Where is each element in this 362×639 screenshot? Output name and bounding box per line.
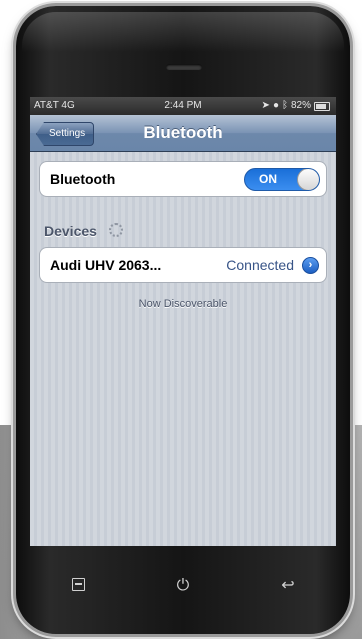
discoverable-status: Now Discoverable xyxy=(138,298,228,310)
back-icon[interactable]: ↩ xyxy=(268,566,308,606)
bezel-shine xyxy=(22,12,344,52)
status-icons: ➤ ● ᛒ 82% xyxy=(262,97,330,115)
phone-screen: AT&T 4G 2:44 PM ➤ ● ᛒ 82% Bluetooth Sett… xyxy=(30,97,336,546)
bluetooth-row-label: Bluetooth xyxy=(50,171,116,187)
device-status: Connected xyxy=(226,257,294,273)
location-icon: ➤ xyxy=(261,100,270,111)
bluetooth-toggle[interactable]: ON xyxy=(244,168,320,191)
battery-percent: 82% xyxy=(290,100,311,111)
toggle-knob[interactable] xyxy=(297,169,319,190)
device-name: Audi UHV 2063... xyxy=(50,257,162,273)
phone-body: AT&T 4G 2:44 PM ➤ ● ᛒ 82% Bluetooth Sett… xyxy=(16,6,350,634)
soft-keys: ⏻ ↩ xyxy=(30,566,336,606)
power-icon[interactable]: ⏻ xyxy=(163,566,203,606)
lock-rotation-icon: ● xyxy=(272,100,279,111)
settings-back-button[interactable]: Settings xyxy=(36,122,95,146)
toggle-on-label: ON xyxy=(259,172,277,186)
devices-section-header: Devices xyxy=(44,223,97,239)
searching-spinner-icon xyxy=(109,223,123,237)
status-bar: AT&T 4G 2:44 PM ➤ ● ᛒ 82% xyxy=(30,97,336,115)
navigation-bar: Bluetooth Settings xyxy=(30,115,336,152)
bluetooth-toggle-row: Bluetooth ON xyxy=(39,161,327,197)
device-row[interactable]: Audi UHV 2063... Connected › xyxy=(39,247,327,283)
detail-disclosure-icon[interactable]: › xyxy=(302,257,319,274)
battery-icon xyxy=(314,101,330,111)
bluetooth-icon: ᛒ xyxy=(281,100,288,111)
speaker-grille xyxy=(166,64,202,70)
menu-icon[interactable] xyxy=(58,566,98,606)
settings-content: Bluetooth ON Devices Audi UHV 2063... Co… xyxy=(30,152,336,546)
